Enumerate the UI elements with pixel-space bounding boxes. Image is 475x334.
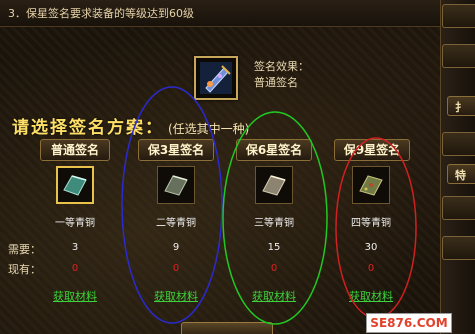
blue-annotation-ellipse [121,86,223,324]
signature-window: 3．保星签名要求装备的等级达到60级 扌 特 签名效果： 普通签名 请选择签名方… [0,0,475,334]
green-annotation-ellipse [222,111,328,325]
red-annotation-ellipse [335,137,417,319]
annotation-overlay [121,86,417,325]
watermark-text: SE876.COM [370,316,448,330]
watermark-logo: SE876.COM [366,313,452,333]
